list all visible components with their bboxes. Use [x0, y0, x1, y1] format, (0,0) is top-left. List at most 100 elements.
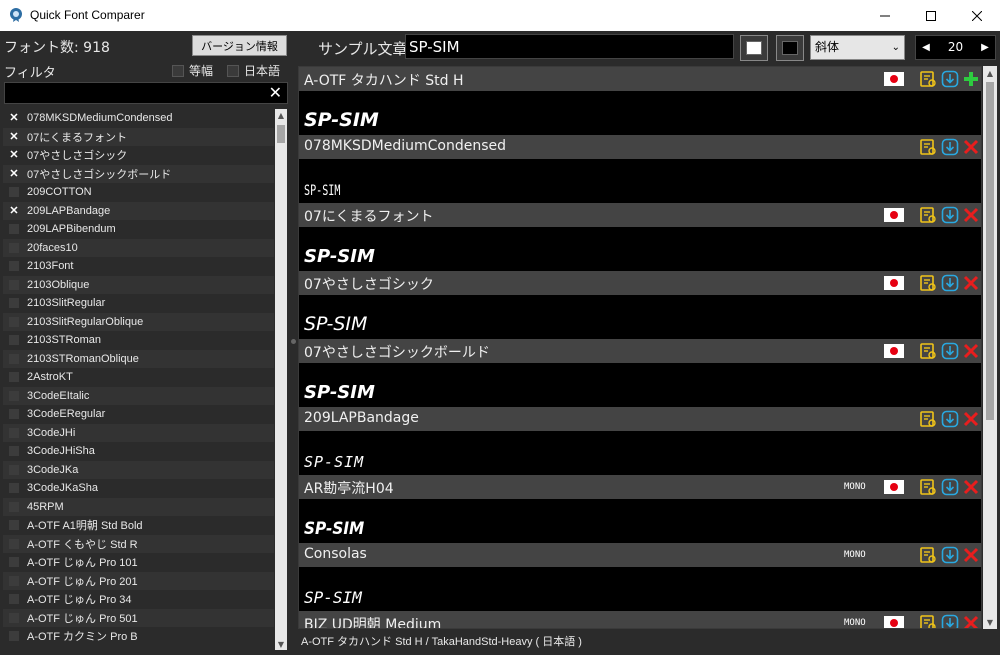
remove-icon[interactable]: [962, 138, 980, 156]
checkbox[interactable]: [9, 298, 19, 309]
download-icon[interactable]: [941, 478, 959, 496]
background-color-button[interactable]: [776, 35, 804, 61]
download-icon[interactable]: [941, 70, 959, 88]
font-entry-header[interactable]: BIZ UD明朝 Medium MONO: [299, 611, 981, 628]
checked-icon[interactable]: ✕: [9, 150, 19, 161]
checkbox[interactable]: [9, 316, 19, 327]
font-list-item[interactable]: ✕ 209LAPBandage: [3, 201, 274, 220]
font-list-item[interactable]: ✕ 07やさしさゴシックボールド: [3, 164, 274, 183]
checkbox[interactable]: [9, 353, 19, 364]
font-entry-header[interactable]: AR勘亭流H04 MONO: [299, 475, 981, 499]
font-list-item[interactable]: 20faces10: [3, 238, 274, 257]
remove-icon[interactable]: [962, 614, 980, 628]
font-entry-header[interactable]: Consolas MONO: [299, 543, 981, 567]
increase-size-button[interactable]: ▶: [975, 36, 995, 59]
font-list-item[interactable]: A-OTF A1明朝 Std Bold: [3, 516, 274, 535]
checked-icon[interactable]: ✕: [9, 168, 19, 179]
checkbox[interactable]: [9, 409, 19, 420]
font-info-icon[interactable]: [919, 614, 937, 628]
checkbox[interactable]: [9, 390, 19, 401]
version-info-button[interactable]: バージョン情報: [192, 35, 287, 56]
checkbox[interactable]: [9, 242, 19, 253]
font-entry-header[interactable]: 209LAPBandage: [299, 407, 981, 431]
font-list-item[interactable]: A-OTF じゅん Pro 34: [3, 590, 274, 609]
font-info-icon[interactable]: [919, 70, 937, 88]
scrollbar-thumb[interactable]: [986, 82, 994, 420]
checkbox[interactable]: [9, 501, 19, 512]
font-size-value[interactable]: 20: [936, 36, 975, 59]
font-list-item[interactable]: A-OTF じゅん Pro 501: [3, 608, 274, 627]
font-info-icon[interactable]: [919, 546, 937, 564]
font-list-item[interactable]: A-OTF じゅん Pro 101: [3, 553, 274, 572]
font-list-item[interactable]: 2103Font: [3, 257, 274, 276]
font-info-icon[interactable]: [919, 206, 937, 224]
splitter-handle[interactable]: [291, 339, 296, 344]
font-info-icon[interactable]: [919, 342, 937, 360]
checkbox[interactable]: [9, 594, 19, 605]
checkbox[interactable]: [9, 557, 19, 568]
font-list-item[interactable]: 2103SlitRegularOblique: [3, 312, 274, 331]
checked-icon[interactable]: ✕: [9, 131, 19, 142]
font-info-icon[interactable]: [919, 274, 937, 292]
font-list-item[interactable]: A-OTF カクミン Pro B: [3, 627, 274, 646]
close-window-button[interactable]: [954, 0, 1000, 31]
checkbox[interactable]: [9, 612, 19, 623]
font-entry-header[interactable]: 07にくまるフォント: [299, 203, 981, 227]
decrease-size-button[interactable]: ◀: [916, 36, 936, 59]
monospace-filter-checkbox[interactable]: 等幅: [172, 62, 213, 79]
scroll-up-icon[interactable]: ▲: [275, 109, 287, 121]
filter-input[interactable]: ✕: [4, 82, 288, 104]
monospace-checkbox-box[interactable]: [172, 64, 184, 77]
checked-icon[interactable]: ✕: [9, 205, 19, 216]
font-list-item[interactable]: ✕ 07にくまるフォント: [3, 127, 274, 146]
font-list-item[interactable]: 2103SlitRegular: [3, 294, 274, 313]
japanese-checkbox-box[interactable]: [227, 64, 239, 77]
font-list-item[interactable]: 3CodeEItalic: [3, 386, 274, 405]
checkbox[interactable]: [9, 538, 19, 549]
foreground-color-button[interactable]: [740, 35, 768, 61]
checkbox[interactable]: [9, 224, 19, 235]
checkbox[interactable]: [9, 261, 19, 272]
checkbox[interactable]: [9, 427, 19, 438]
download-icon[interactable]: [941, 342, 959, 360]
remove-icon[interactable]: [962, 274, 980, 292]
checked-icon[interactable]: ✕: [9, 113, 19, 124]
font-info-icon[interactable]: [919, 410, 937, 428]
download-icon[interactable]: [941, 274, 959, 292]
remove-icon[interactable]: [962, 478, 980, 496]
preview-scrollbar[interactable]: ▲ ▼: [983, 66, 997, 629]
font-entry-header[interactable]: 07やさしさゴシックボールド: [299, 339, 981, 363]
scroll-down-icon[interactable]: ▼: [275, 638, 287, 650]
font-entry-header[interactable]: 07やさしさゴシック: [299, 271, 981, 295]
font-list-item[interactable]: 3CodeJKaSha: [3, 479, 274, 498]
checkbox[interactable]: [9, 187, 19, 198]
checkbox[interactable]: [9, 483, 19, 494]
font-list-item[interactable]: 2103Oblique: [3, 275, 274, 294]
remove-icon[interactable]: [962, 206, 980, 224]
font-list-item[interactable]: 3CodeJHi: [3, 423, 274, 442]
checkbox[interactable]: [9, 520, 19, 531]
font-list-item[interactable]: ✕ 078MKSDMediumCondensed: [3, 109, 274, 128]
japanese-filter-checkbox[interactable]: 日本語: [227, 62, 280, 79]
checkbox[interactable]: [9, 372, 19, 383]
font-list-item[interactable]: 2103STRomanOblique: [3, 349, 274, 368]
font-list[interactable]: ✕ 078MKSDMediumCondensed ✕ 07にくまるフォント ✕ 07やさし…: [3, 109, 274, 650]
download-icon[interactable]: [941, 614, 959, 628]
checkbox[interactable]: [9, 464, 19, 475]
font-list-item[interactable]: 3CodeJHiSha: [3, 442, 274, 461]
checkbox[interactable]: [9, 631, 19, 642]
download-icon[interactable]: [941, 206, 959, 224]
sample-text-input[interactable]: SP-SIM: [405, 34, 734, 59]
checkbox[interactable]: [9, 575, 19, 586]
font-style-select[interactable]: 斜体 ⌄: [810, 35, 905, 60]
font-list-item[interactable]: 45RPM: [3, 497, 274, 516]
download-icon[interactable]: [941, 410, 959, 428]
minimize-button[interactable]: [862, 0, 908, 31]
remove-icon[interactable]: [962, 342, 980, 360]
font-info-icon[interactable]: [919, 138, 937, 156]
font-list-item[interactable]: 209LAPBibendum: [3, 220, 274, 239]
font-entry-header[interactable]: A-OTF タカハンド Std H: [299, 67, 981, 91]
checkbox[interactable]: [9, 335, 19, 346]
remove-icon[interactable]: [962, 546, 980, 564]
download-icon[interactable]: [941, 546, 959, 564]
